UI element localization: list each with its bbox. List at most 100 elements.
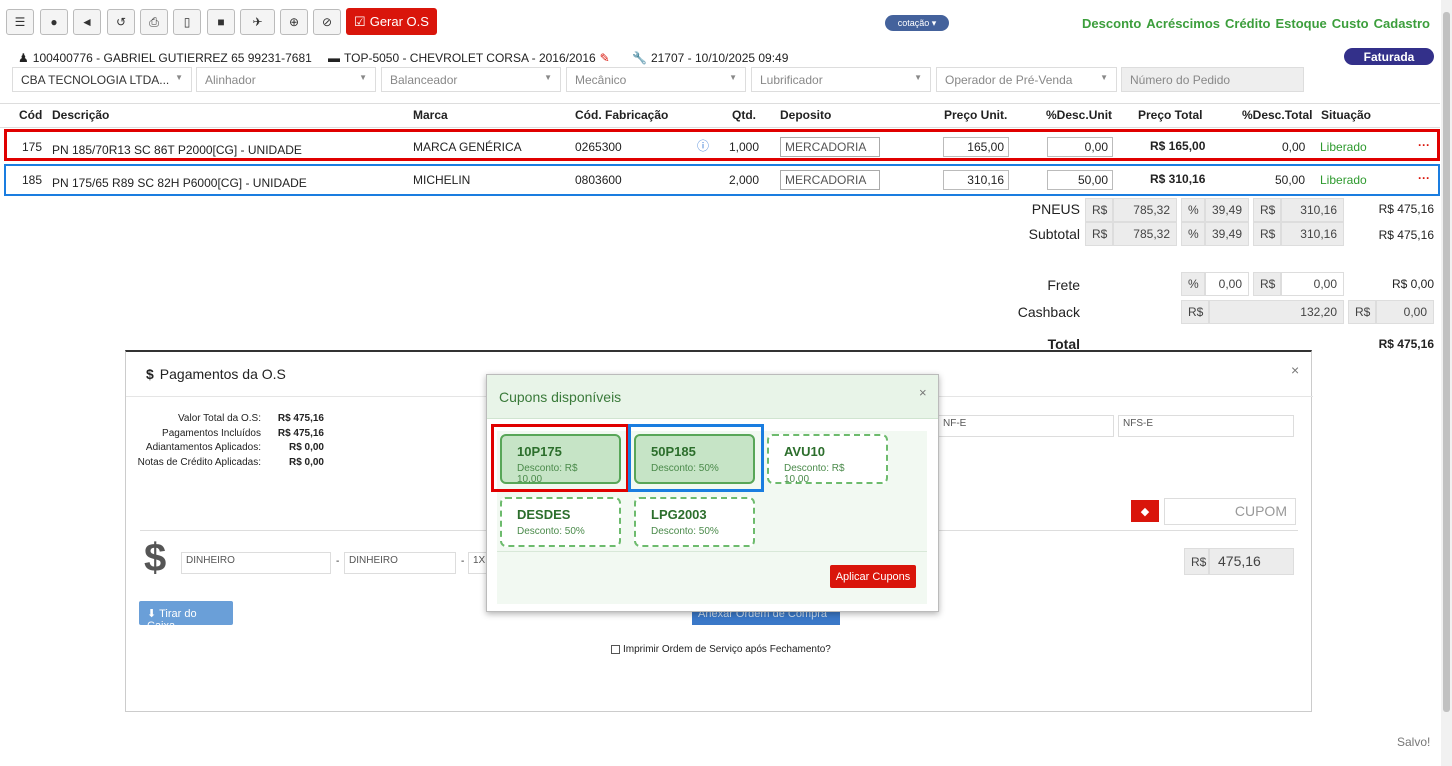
coupons-title: Cupons disponíveis	[499, 389, 622, 405]
megaphone-icon[interactable]: ◄	[73, 9, 101, 35]
pneus-desc-val: 310,16	[1281, 198, 1344, 222]
link-estoque[interactable]: Estoque	[1276, 16, 1327, 31]
balanceador-select[interactable]: Balanceador ▼	[381, 67, 561, 92]
imprimir-checkbox[interactable]: Imprimir Ordem de Serviço após Fechament…	[611, 644, 831, 655]
coupon-card[interactable]: AVU10 Desconto: R$ 10,00	[767, 434, 888, 485]
summary-value: R$ 475,16	[277, 413, 324, 424]
col-desc-total: %Desc.Total	[1242, 108, 1313, 122]
edit-icon[interactable]: ✎	[600, 51, 610, 65]
frete-val-input[interactable]: 0,00	[1281, 272, 1344, 296]
tag-icon[interactable]: ◆	[1131, 500, 1159, 522]
gerar-os-button[interactable]: ☑ Gerar O.S	[346, 8, 437, 35]
nfe-select[interactable]: NF-E	[938, 415, 1114, 437]
link-desconto[interactable]: Desconto	[1082, 16, 1141, 31]
preco-unit-input[interactable]: 165,00	[943, 137, 1009, 157]
tirar-caixa-button[interactable]: ⬇ Tirar do Caixa	[139, 601, 233, 632]
scroll-thumb[interactable]	[1443, 12, 1450, 712]
rs-addon: R$	[1253, 222, 1281, 246]
print-icon[interactable]: ⎙	[140, 9, 168, 35]
os-info: 🔧 21707 - 10/10/2025 09:49	[632, 51, 789, 65]
user-icon: ♟	[18, 51, 29, 65]
pdf-icon[interactable]: ▯	[173, 9, 201, 35]
car-icon: ▬	[328, 51, 340, 65]
table-row: 185 PN 175/65 R89 SC 82H P6000[CG] - UNI…	[4, 164, 1440, 196]
forma-pagamento-select[interactable]: DINHEIRO	[181, 552, 331, 574]
subtotal-desc-pct: 39,49	[1205, 222, 1249, 246]
pneus-label: PNEUS	[1031, 201, 1080, 217]
col-descricao: Descrição	[52, 108, 110, 122]
coupon-code: LPG2003	[651, 507, 707, 522]
pneus-desc-pct: 39,49	[1205, 198, 1249, 222]
payments-header: $ Pagamentos da O.S	[146, 366, 286, 382]
lubrificador-select[interactable]: Lubrificador ▼	[751, 67, 931, 92]
operador-select[interactable]: Operador de Pré-Venda ▼	[936, 67, 1117, 92]
subtotal-desc-val: 310,16	[1281, 222, 1344, 246]
cupom-input[interactable]: CUPOM	[1164, 498, 1296, 525]
link-acrescimos[interactable]: Acréscimos	[1146, 16, 1220, 31]
pneus-liquido: R$ 475,16	[1378, 202, 1434, 216]
caret-icon: ▼	[729, 73, 737, 82]
desc-unit-input[interactable]: 0,00	[1047, 137, 1113, 157]
ban-icon[interactable]: ⊘	[313, 9, 341, 35]
pct-addon: %	[1181, 198, 1205, 222]
undo-icon[interactable]: ↺	[107, 9, 135, 35]
rs-addon: R$	[1085, 198, 1113, 222]
caret-icon: ▼	[544, 73, 552, 82]
total-value: R$ 475,16	[1378, 337, 1434, 351]
vehicle-info: ▬ TOP-5050 - CHEVROLET CORSA - 2016/2016 ✎	[328, 51, 610, 65]
col-qtd: Qtd.	[732, 108, 756, 122]
rs-addon: R$	[1348, 300, 1376, 324]
coupon-code: AVU10	[784, 444, 825, 459]
coupon-desc: Desconto: R$ 10,00	[784, 463, 845, 485]
truck-icon[interactable]: ■	[207, 9, 235, 35]
pneus-bruto: 785,32	[1113, 198, 1177, 222]
divider	[497, 551, 927, 552]
link-custo[interactable]: Custo	[1332, 16, 1369, 31]
scrollbar[interactable]	[1441, 0, 1452, 766]
frete-pct-input[interactable]: 0,00	[1205, 272, 1249, 296]
rs-addon: R$	[1181, 300, 1209, 324]
alinhador-select[interactable]: Alinhador ▼	[196, 67, 376, 92]
list-icon[interactable]: ☰	[6, 9, 34, 35]
more-icon[interactable]: ···	[1418, 138, 1430, 152]
valor-pagamento-input[interactable]: 475,16	[1209, 548, 1294, 575]
tipo-pagamento-select[interactable]: DINHEIRO	[344, 552, 456, 574]
rs-addon: R$	[1184, 548, 1209, 575]
pedido-input[interactable]: Número do Pedido	[1121, 67, 1304, 92]
pct-addon: %	[1181, 222, 1205, 246]
separator: -	[336, 556, 340, 567]
col-cod: Cód	[19, 108, 43, 122]
mecanico-select[interactable]: Mecânico ▼	[566, 67, 746, 92]
check-square-icon: ☑	[354, 13, 366, 29]
info-icon[interactable]: ⓘ	[697, 137, 709, 154]
more-icon[interactable]: ···	[1418, 171, 1430, 185]
close-icon[interactable]: ×	[1291, 362, 1299, 378]
nfse-select[interactable]: NFS-E	[1118, 415, 1294, 437]
col-situacao: Situação	[1321, 108, 1372, 122]
link-cadastro[interactable]: Cadastro	[1374, 16, 1430, 31]
empresa-select[interactable]: CBA TECNOLOGIA LTDA... ▼	[12, 67, 192, 92]
cotacao-dropdown[interactable]: cotação ▾	[885, 15, 949, 31]
summary-label: Valor Total da O.S:	[177, 413, 261, 424]
close-icon[interactable]: ×	[919, 385, 927, 400]
coupons-modal: Cupons disponíveis × 10P175 Desconto: R$ …	[486, 374, 939, 612]
deposito-select[interactable]: MERCADORIA	[780, 170, 880, 190]
col-marca: Marca	[413, 108, 448, 122]
aplicar-cupons-button[interactable]: Aplicar Cupons	[830, 565, 916, 588]
link-credito[interactable]: Crédito	[1225, 16, 1271, 31]
plus-circle-icon[interactable]: ⊕	[280, 9, 308, 35]
desc-unit-input[interactable]: 50,00	[1047, 170, 1113, 190]
coupon-card[interactable]: LPG2003 Desconto: 50%	[634, 497, 755, 547]
preco-unit-input[interactable]: 310,16	[943, 170, 1009, 190]
coupon-card[interactable]: DESDES Desconto: 50%	[500, 497, 621, 547]
rs-addon: R$	[1253, 272, 1281, 296]
parcelas-select[interactable]: 1X	[468, 552, 488, 574]
separator: -	[461, 556, 465, 567]
deposito-select[interactable]: MERCADORIA	[780, 137, 880, 157]
summary-value: R$ 0,00	[288, 456, 324, 468]
chat-icon[interactable]: ●	[40, 9, 68, 35]
checkbox-icon[interactable]	[611, 645, 620, 654]
col-desc-unit: %Desc.Unit	[1046, 108, 1113, 122]
col-preco-total: Preço Total	[1138, 108, 1203, 122]
plane-icon[interactable]: ✈	[240, 9, 275, 35]
